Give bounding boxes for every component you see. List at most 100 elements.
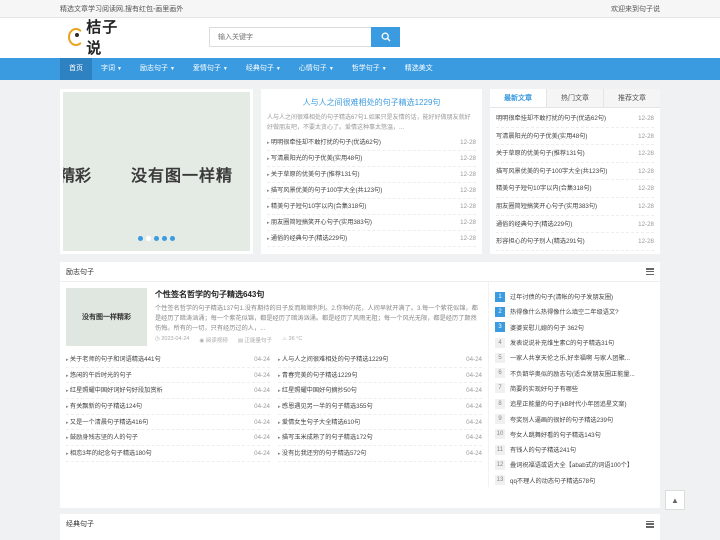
- rank-item[interactable]: 4 发表说说补充维生素C的句子精选31句: [495, 335, 654, 350]
- item-title[interactable]: 通俗的经典句子(精选229句): [496, 216, 572, 233]
- rank-title[interactable]: 热得像什么热得像什么填空二年级语文?: [510, 307, 619, 316]
- menu-icon[interactable]: [646, 268, 654, 275]
- rank-title[interactable]: 有钱人的句子精选241句: [510, 445, 576, 454]
- site-logo[interactable]: 桔子说: [68, 18, 128, 57]
- nav-item[interactable]: 字词 ▼: [92, 58, 131, 80]
- list-item[interactable]: 描写风景优美的句子100字大全(共123句) 12-28: [496, 163, 654, 181]
- nav-item[interactable]: 心情句子 ▼: [290, 58, 343, 80]
- list-item[interactable]: 写清晨阳光的句子优美(实用48句) 12-28: [267, 151, 476, 167]
- rank-title[interactable]: 追星正能量的句子(kB时代小年团追星文案): [510, 399, 627, 408]
- item-title[interactable]: 悠闲的午后时光的句子: [66, 368, 132, 383]
- article-category[interactable]: 正能量句子: [245, 338, 273, 344]
- item-title[interactable]: 感恩遇见另一半的句子精选355句: [278, 399, 373, 414]
- rank-item[interactable]: 9 夸奖别人逼画的很好的句子精选239句: [495, 411, 654, 426]
- item-title[interactable]: 明明很牵挂却不敢打扰的句子(优选62句): [496, 110, 606, 127]
- rank-item[interactable]: 1 过年讨债的句子(清帐的句子发朋友圈): [495, 289, 654, 304]
- list-item[interactable]: 没有比我还穷的句子精选572句 04-24: [278, 446, 482, 462]
- item-title[interactable]: 写清晨阳光的句子优美(实用48句): [267, 151, 362, 166]
- section-title[interactable]: 经典句子: [66, 519, 94, 529]
- rank-title[interactable]: 过年讨债的句子(清帐的句子发朋友圈): [510, 292, 613, 301]
- back-to-top-button[interactable]: ▲: [665, 490, 685, 510]
- item-title[interactable]: 爱情女生句子大全精选610句: [278, 415, 360, 430]
- rank-item[interactable]: 12 叠词祝福语或语大全【abab式的词语100个】: [495, 457, 654, 472]
- rank-title[interactable]: 一家人共享天伦之乐,好幸福啊 与家人团聚...: [510, 353, 630, 362]
- item-title[interactable]: 精美句子短句10字以内(合集318句): [496, 180, 592, 197]
- rank-item[interactable]: 3 婆婆安慰儿媳的句子 362句: [495, 320, 654, 335]
- list-item[interactable]: 形容担心的句子别人(精选291句) 12-28: [496, 233, 654, 251]
- item-title[interactable]: 关于草原的优美句子(推荐131句): [267, 167, 360, 182]
- item-title[interactable]: 又是一个清晨句子精选416句: [66, 415, 148, 430]
- item-title[interactable]: 关于老师的句子和词语精选441句: [66, 352, 161, 367]
- tab[interactable]: 热门文章: [547, 89, 604, 107]
- folder-icon[interactable]: ▤ 正能量句子: [238, 336, 272, 344]
- slider-dot[interactable]: [138, 236, 143, 241]
- item-title[interactable]: 相恋3年的纪念句子精选180句: [66, 446, 152, 461]
- section-title[interactable]: 励志句子: [66, 267, 94, 277]
- list-item[interactable]: 精美句子短句10字以内(合集318句) 12-28: [267, 199, 476, 215]
- item-title[interactable]: 朋友圈简短搞笑开心句子(实用383句): [267, 215, 372, 230]
- rank-title[interactable]: 夸女人跳舞好看的句子精选143句: [510, 430, 601, 439]
- list-item[interactable]: 悠闲的午后时光的句子 04-24: [66, 368, 270, 384]
- item-title[interactable]: 朋友圈简短搞笑开心句子(实用383句): [496, 198, 597, 215]
- nav-item[interactable]: 经典句子 ▼: [237, 58, 290, 80]
- slider-dot[interactable]: [154, 236, 159, 241]
- list-item[interactable]: 朋友圈简短搞笑开心句子(实用383句) 12-28: [267, 215, 476, 231]
- list-item[interactable]: 写清晨阳光的句子优美(实用48句) 12-28: [496, 128, 654, 146]
- rank-item[interactable]: 8 追星正能量的句子(kB时代小年团追星文案): [495, 396, 654, 411]
- item-title[interactable]: 青春完美的句子精选1229句: [278, 368, 358, 383]
- rank-item[interactable]: 6 不负韶华奥似的励志句(适合发朋友圈正能量...: [495, 365, 654, 380]
- list-item[interactable]: 感恩遇见另一半的句子精选355句 04-24: [278, 399, 482, 415]
- list-item[interactable]: 青春完美的句子精选1229句 04-24: [278, 368, 482, 384]
- list-item[interactable]: 人与人之间很难相处的句子精选1229句 04-24: [278, 352, 482, 368]
- rank-item[interactable]: 5 一家人共享天伦之乐,好幸福啊 与家人团聚...: [495, 350, 654, 365]
- nav-item[interactable]: 励志句子 ▼: [131, 58, 184, 80]
- rank-title[interactable]: 不负韶华奥似的励志句(适合发朋友圈正能量...: [510, 369, 635, 378]
- list-item[interactable]: 明明很牵挂却不敢打扰的句子(优选62句) 12-28: [267, 135, 476, 151]
- rank-title[interactable]: 发表说说补充维生素C的句子精选31句: [510, 338, 614, 347]
- list-item[interactable]: 描写风景优美的句子100字大全(共123句) 12-28: [267, 183, 476, 199]
- item-title[interactable]: 通俗的经典句子(精选229句): [267, 231, 347, 246]
- list-item[interactable]: 红星照耀中国好词好句好段加赏析 04-24: [66, 383, 270, 400]
- item-title[interactable]: 描写玉米成熟了的句子精选172句: [278, 430, 373, 445]
- rank-item[interactable]: 10 夸女人跳舞好看的句子精选143句: [495, 427, 654, 442]
- list-item[interactable]: 有关飘新的句子精选124句 04-24: [66, 399, 270, 415]
- search-input[interactable]: [209, 27, 371, 47]
- article-thumbnail[interactable]: 没有图一样精彩: [66, 288, 147, 346]
- rank-item[interactable]: 13 qq不理人的动态句子精选578句: [495, 473, 654, 488]
- item-title[interactable]: 描写风景优美的句子100字大全(共123句): [267, 183, 382, 198]
- list-item[interactable]: 又是一个清晨句子精选416句 04-24: [66, 415, 270, 431]
- rank-title[interactable]: 婆婆安慰儿媳的句子 362句: [510, 323, 584, 332]
- item-title[interactable]: 关于草原的优美句子(推荐131句): [496, 145, 585, 162]
- article-title[interactable]: 个性签名哲学的句子精选643句: [155, 289, 481, 300]
- menu-icon[interactable]: [646, 520, 654, 528]
- item-title[interactable]: 鼓励身残志坚的人的句子: [66, 430, 138, 445]
- list-item[interactable]: 明明很牵挂却不敢打扰的句子(优选62句) 12-28: [496, 110, 654, 128]
- nav-item[interactable]: 哲学句子 ▼: [343, 58, 396, 80]
- slider-dot[interactable]: [146, 236, 151, 241]
- list-item[interactable]: 朋友圈简短搞笑开心句子(实用383句) 12-28: [496, 198, 654, 216]
- slider-dot[interactable]: [170, 236, 175, 241]
- image-slider[interactable]: 精彩 没有图一样精: [60, 89, 253, 254]
- item-title[interactable]: 形容担心的句子别人(精选291句): [496, 233, 585, 250]
- item-title[interactable]: 红星照耀中国好句摘抄50句: [278, 383, 357, 398]
- featured-title[interactable]: 人与人之间很难相处的句子精选1229句: [267, 97, 476, 108]
- rank-title[interactable]: 叠词祝福语或语大全【abab式的词语100个】: [510, 460, 633, 469]
- item-title[interactable]: 描写风景优美的句子100字大全(共123句): [496, 163, 607, 180]
- item-title[interactable]: 精美句子短句10字以内(合集318句): [267, 199, 367, 214]
- list-item[interactable]: 关于老师的句子和词语精选441句 04-24: [66, 352, 270, 368]
- slider-dot[interactable]: [162, 236, 167, 241]
- item-title[interactable]: 有关飘新的句子精选124句: [66, 399, 142, 414]
- rank-title[interactable]: 夸奖别人逼画的很好的句子精选239句: [510, 415, 613, 424]
- rank-item[interactable]: 11 有钱人的句子精选241句: [495, 442, 654, 457]
- item-title[interactable]: 没有比我还穷的句子精选572句: [278, 446, 367, 461]
- list-item[interactable]: 鼓励身残志坚的人的句子 04-24: [66, 430, 270, 447]
- list-item[interactable]: 描写玉米成熟了的句子精选172句 04-24: [278, 430, 482, 447]
- rank-title[interactable]: 简要的实现好句子有哪些: [510, 384, 578, 393]
- list-item[interactable]: 精美句子短句10字以内(合集318句) 12-28: [496, 180, 654, 198]
- tab[interactable]: 最新文章: [490, 89, 547, 107]
- tab[interactable]: 推荐文章: [604, 89, 660, 107]
- nav-item[interactable]: 爱情句子 ▼: [184, 58, 237, 80]
- item-title[interactable]: 人与人之间很难相处的句子精选1229句: [278, 352, 389, 367]
- nav-item[interactable]: 首页: [60, 58, 92, 80]
- list-item[interactable]: 关于草原的优美句子(推荐131句) 12-28: [496, 145, 654, 163]
